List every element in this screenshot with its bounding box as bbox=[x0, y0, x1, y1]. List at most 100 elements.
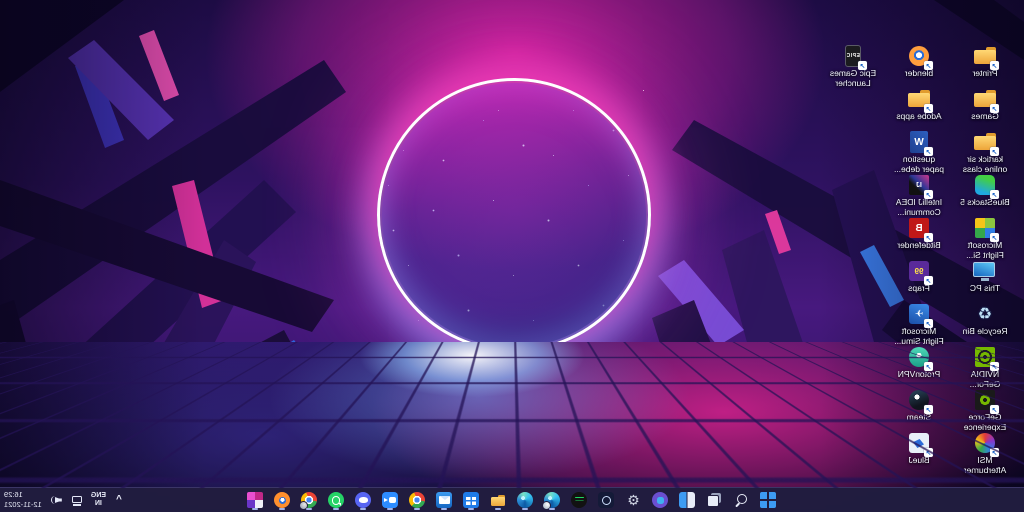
tray-chevron-icon[interactable]: ^ bbox=[114, 493, 124, 507]
discord-icon bbox=[356, 492, 372, 508]
screenshot-root: Printer Games kartick sir online class B… bbox=[0, 0, 1024, 512]
taskbar-spotify-button[interactable] bbox=[569, 489, 590, 511]
taskbar: ^ ENGIN 16:2912-11-2021 bbox=[0, 487, 1024, 512]
desktop-icon-steam[interactable]: Steam bbox=[888, 388, 950, 431]
blender-icon bbox=[907, 44, 931, 68]
shortcut-arrow-icon bbox=[924, 104, 933, 113]
desktop-icon-recycle-bin[interactable]: Recycle Bin bbox=[954, 302, 1016, 345]
taskbar-search-button[interactable] bbox=[731, 489, 752, 511]
desktop-icon-label: blender bbox=[905, 69, 933, 79]
taskbar-clock[interactable]: 16:2912-11-2021 bbox=[4, 490, 42, 510]
desktop-icon-label: Recycle Bin bbox=[963, 327, 1008, 337]
taskbar-chrome-profile-button[interactable] bbox=[299, 489, 320, 511]
desktop-icon-label: NVIDIA GeFor... bbox=[970, 370, 1001, 389]
chrome-icon bbox=[302, 492, 318, 508]
taskbar-whatsapp-button[interactable] bbox=[326, 489, 347, 511]
desktop-icon-intellij[interactable]: IntelliJ IDEA Communi... bbox=[888, 173, 950, 216]
shortcut-arrow-icon bbox=[990, 104, 999, 113]
desktop-icon-flight-simulator[interactable]: Microsoft Flight Simu... bbox=[888, 302, 950, 345]
shortcut-arrow-icon bbox=[924, 147, 933, 156]
desktop-icon-label: MSI Afterburner bbox=[964, 456, 1007, 475]
shortcut-arrow-icon bbox=[924, 405, 933, 414]
taskbar-discord-button[interactable] bbox=[353, 489, 374, 511]
widgets-icon bbox=[680, 492, 696, 508]
taskbar-settings-button[interactable] bbox=[623, 489, 644, 511]
taskbar-file-explorer-button[interactable] bbox=[488, 489, 509, 511]
shortcut-arrow-icon bbox=[990, 448, 999, 457]
desktop-icon-printer[interactable]: Printer bbox=[954, 44, 1016, 87]
shortcut-arrow-icon bbox=[924, 319, 933, 328]
desktop-icon-adobe-apps[interactable]: Adobe apps bbox=[888, 87, 950, 130]
desktop-icon-bitdefender[interactable]: Bitdefender bbox=[888, 216, 950, 259]
volume-icon[interactable] bbox=[50, 494, 63, 506]
desktop-icon-fraps[interactable]: Fraps bbox=[888, 259, 950, 302]
desktop-icon-nvidia[interactable]: NVIDIA GeFor... bbox=[954, 345, 1016, 388]
taskbar-zoom-button[interactable] bbox=[380, 489, 401, 511]
desktop-icon-label: Bitdefender bbox=[897, 241, 940, 251]
taskbar-blender-button[interactable] bbox=[272, 489, 293, 511]
desktop-icon-column-1: Printer Games kartick sir online class B… bbox=[954, 44, 1016, 474]
desktop-icon-blender[interactable]: blender bbox=[888, 44, 950, 87]
desktop-icon-label: BlueStacks 5 bbox=[960, 198, 1010, 208]
taskbar-chrome-button[interactable] bbox=[407, 489, 428, 511]
network-icon[interactable] bbox=[71, 495, 83, 506]
desktop-icon-geforce-experience[interactable]: GeForce Experience bbox=[954, 388, 1016, 431]
desktop-icon-label: kartick sir online class bbox=[963, 155, 1007, 174]
desktop-icon-msi-afterburner[interactable]: MSI Afterburner bbox=[954, 431, 1016, 474]
word-document-icon bbox=[907, 130, 931, 154]
geforce-icon bbox=[973, 388, 997, 412]
ring-app-icon bbox=[599, 492, 615, 508]
taskbar-task-view-button[interactable] bbox=[704, 489, 725, 511]
intellij-icon bbox=[907, 173, 931, 197]
taskbar-ring-app-button[interactable] bbox=[596, 489, 617, 511]
desktop-icon-protonvpn[interactable]: ProtonVPN bbox=[888, 345, 950, 388]
bluestacks-icon bbox=[973, 173, 997, 197]
shortcut-arrow-icon bbox=[990, 405, 999, 414]
desktop-icon-question-paper[interactable]: question paper debe... bbox=[888, 130, 950, 173]
desktop-icon-column-3: Epic Games Launcher bbox=[822, 44, 884, 474]
language-indicator[interactable]: ENGIN bbox=[91, 492, 106, 509]
windows-start-icon bbox=[761, 492, 777, 508]
desktop-icon-label: Fraps bbox=[908, 284, 930, 294]
gear-icon bbox=[626, 492, 642, 508]
msi-afterburner-icon bbox=[973, 431, 997, 455]
taskbar-edge-beta-button[interactable] bbox=[542, 489, 563, 511]
taskbar-store-button[interactable] bbox=[461, 489, 482, 511]
desktop-icon-label: question paper debe... bbox=[894, 155, 944, 174]
steam-icon bbox=[907, 388, 931, 412]
flight-simulator-icon bbox=[907, 302, 931, 326]
taskbar-widgets-button[interactable] bbox=[677, 489, 698, 511]
protonvpn-icon bbox=[907, 345, 931, 369]
desktop-icon-games[interactable]: Games bbox=[954, 87, 1016, 130]
folder-icon bbox=[491, 492, 507, 508]
cortana-icon bbox=[653, 492, 669, 508]
desktop-icon-epic-games[interactable]: Epic Games Launcher bbox=[822, 44, 884, 87]
whatsapp-icon bbox=[329, 492, 345, 508]
shortcut-arrow-icon bbox=[924, 190, 933, 199]
desktop-icon-label: ProtonVPN bbox=[898, 370, 941, 380]
desktop-icon-microsoft-flight-pack[interactable]: Microsoft Flight Si... bbox=[954, 216, 1016, 259]
desktop-icon-this-pc[interactable]: This PC bbox=[954, 259, 1016, 302]
neon-ring bbox=[377, 78, 651, 352]
taskbar-pixel-game-button[interactable] bbox=[245, 489, 266, 511]
bluej-icon bbox=[907, 431, 931, 455]
folder-icon bbox=[973, 87, 997, 111]
desktop-icon-label: This PC bbox=[970, 284, 1000, 294]
taskbar-edge-button[interactable] bbox=[515, 489, 536, 511]
taskbar-cortana-button[interactable] bbox=[650, 489, 671, 511]
folder-icon bbox=[907, 87, 931, 111]
desktop-icon-column-2: blender Adobe apps question paper debe..… bbox=[888, 44, 950, 474]
desktop-icon-bluej[interactable]: BlueJ bbox=[888, 431, 950, 474]
desktop-icon-kartick-sir-online-class[interactable]: kartick sir online class bbox=[954, 130, 1016, 173]
taskbar-mail-button[interactable] bbox=[434, 489, 455, 511]
taskbar-start-button[interactable] bbox=[758, 489, 779, 511]
clock-date: 12-11-2021 bbox=[4, 500, 42, 509]
shortcut-arrow-icon bbox=[990, 190, 999, 199]
folder-icon bbox=[973, 130, 997, 154]
desktop-icon-bluestacks[interactable]: BlueStacks 5 bbox=[954, 173, 1016, 216]
nvidia-icon bbox=[973, 345, 997, 369]
neon-ring-interior bbox=[382, 83, 646, 347]
language-line1: ENG bbox=[91, 492, 106, 499]
shortcut-arrow-icon bbox=[990, 147, 999, 156]
epic-games-icon bbox=[841, 44, 865, 68]
